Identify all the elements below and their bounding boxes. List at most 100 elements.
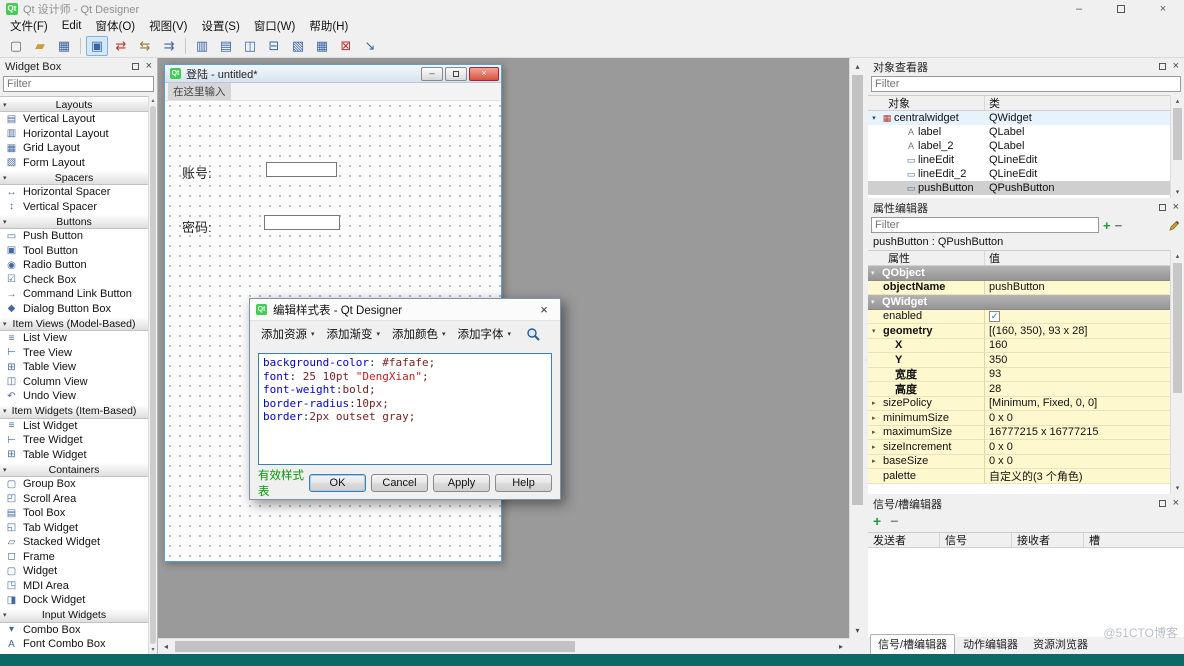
menu-help[interactable]: 帮助(H) [302,18,355,34]
property-value[interactable]: 28 [985,382,1170,397]
tab-resource-browser[interactable]: 资源浏览器 [1026,635,1095,654]
widget-box-item-grid-layout[interactable]: ▦Grid Layout [0,141,148,156]
object-row-label_2[interactable]: Alabel_2QLabel [868,139,1170,153]
scroll-up-icon[interactable]: ▴ [850,58,865,74]
menu-view[interactable]: 视图(V) [142,18,194,34]
column-header-1[interactable]: 信号 [940,533,1012,547]
widget-box-item-tool-button[interactable]: ▣Tool Button [0,244,148,259]
widget-box-item-list-view[interactable]: ≡List View [0,331,148,346]
new-form-button[interactable]: ▢ [5,36,27,56]
widget-box-item-vertical-layout[interactable]: ▤Vertical Layout [0,112,148,127]
property-filter-input[interactable] [871,217,1099,233]
edit-widgets-button[interactable]: ▣ [86,36,108,56]
column-header-class[interactable]: 类 [985,95,1170,111]
scroll-right-icon[interactable]: ▸ [833,639,849,654]
add-connection-button[interactable]: + [873,514,881,528]
column-header-3[interactable]: 槽 [1084,533,1184,547]
scroll-down-icon[interactable]: ▾ [149,645,157,654]
scroll-down-icon[interactable]: ▾ [1171,482,1184,494]
widget-box-section-buttons[interactable]: ▾Buttons [0,214,148,229]
scroll-down-icon[interactable]: ▾ [1171,186,1184,198]
cancel-button[interactable]: Cancel [371,474,428,492]
scrollbar-thumb[interactable] [175,641,575,652]
chevron-right-icon[interactable]: ▸ [872,457,883,465]
close-panel-icon[interactable]: × [146,61,152,72]
scroll-up-icon[interactable]: ▴ [1171,250,1184,262]
layout-horizontal-button[interactable]: ▥ [191,36,213,56]
form-menubar[interactable]: 在这里输入 [165,83,501,101]
edit-tab-order-button[interactable]: ⇉ [158,36,180,56]
edit-stylesheet-dialog[interactable]: Qt 编辑样式表 - Qt Designer × 添加资源▾添加渐变▾添加颜色▾… [249,298,561,500]
property-row-geometry[interactable]: ▾geometry[(160, 350), 93 x 28] [868,324,1170,339]
edit-buddies-button[interactable]: ⇆ [134,36,156,56]
widget-box-item-command-link-button[interactable]: →Command Link Button [0,287,148,302]
scroll-up-icon[interactable]: ▴ [1171,95,1184,107]
form-maximize-button[interactable] [445,67,467,81]
widget-box-item-widget[interactable]: ▢Widget [0,564,148,579]
scrollbar-thumb[interactable] [1173,263,1182,393]
widget-box-item-tree-view[interactable]: ⊢Tree View [0,346,148,361]
preview-button[interactable] [526,327,541,342]
property-editor-scrollbar[interactable]: ▴ ▾ [1170,250,1184,494]
float-panel-icon[interactable] [1159,500,1166,507]
property-value[interactable]: 0 x 0 [985,440,1170,455]
form-minimize-button[interactable]: – [421,67,443,81]
column-header-2[interactable]: 接收者 [1012,533,1084,547]
property-group-QWidget[interactable]: ▾QWidget [868,295,1170,310]
menu-settings[interactable]: 设置(S) [194,18,246,34]
form-line-edit-0[interactable] [266,162,337,177]
ok-button[interactable]: OK [309,474,366,492]
widget-box-section-containers[interactable]: ▾Containers [0,462,148,477]
property-row-高度[interactable]: 高度28 [868,382,1170,397]
menu-file[interactable]: 文件(F) [3,18,55,34]
property-value[interactable]: pushButton [985,281,1170,296]
object-row-centralwidget[interactable]: ▾▦centralwidgetQWidget [868,111,1170,125]
scrollbar-thumb[interactable] [150,106,156,644]
widget-box-section-layouts[interactable]: ▾Layouts [0,97,148,112]
float-panel-icon[interactable] [1159,204,1166,211]
scroll-up-icon[interactable]: ▴ [149,96,157,105]
mdi-vertical-scrollbar[interactable]: ▴ ▾ [849,58,865,638]
widget-box-filter-input[interactable] [3,76,154,92]
widget-box-item-vertical-spacer[interactable]: ↕Vertical Spacer [0,200,148,215]
property-value[interactable]: 0 x 0 [985,411,1170,426]
property-value[interactable]: 93 [985,368,1170,383]
property-value[interactable]: 自定义的(3 个角色) [985,469,1170,484]
expand-arrow-icon[interactable]: ▾ [868,114,880,122]
property-value[interactable]: 350 [985,353,1170,368]
mdi-area[interactable]: Qt 登陆 - untitled* – × 在这里输入 账号:密码: Qt 编辑… [158,58,865,654]
widget-box-item-table-view[interactable]: ⊞Table View [0,360,148,375]
splitter-vertical-button[interactable]: ⊟ [263,36,285,56]
add-resource-dropdown[interactable]: 添加资源▾ [256,324,320,344]
layout-grid-button[interactable]: ▦ [311,36,333,56]
property-row-baseSize[interactable]: ▸baseSize0 x 0 [868,455,1170,470]
widget-box-item-undo-view[interactable]: ↶Undo View [0,389,148,404]
help-button[interactable]: Help [495,474,552,492]
object-row-lineEdit[interactable]: ▭lineEditQLineEdit [868,153,1170,167]
menu-window[interactable]: 窗口(W) [247,18,303,34]
widget-box-item-form-layout[interactable]: ▧Form Layout [0,156,148,171]
property-group-QObject[interactable]: ▾QObject [868,266,1170,281]
configure-button[interactable] [1168,219,1181,232]
object-row-label[interactable]: AlabelQLabel [868,125,1170,139]
column-header-object[interactable]: 对象 [868,96,985,110]
widget-box-section-input-widgets[interactable]: ▾Input Widgets [0,608,148,623]
column-header-value[interactable]: 值 [985,250,1170,266]
menu-type-here[interactable]: 在这里输入 [168,83,231,100]
scrollbar-thumb[interactable] [852,75,863,505]
mdi-horizontal-scrollbar[interactable]: ◂ ▸ [158,638,849,654]
float-panel-icon[interactable] [1159,63,1166,70]
scroll-left-icon[interactable]: ◂ [158,639,174,654]
dialog-titlebar[interactable]: Qt 编辑样式表 - Qt Designer × [250,299,560,321]
column-header-0[interactable]: 发送者 [868,533,940,547]
property-row-X[interactable]: X160 [868,339,1170,354]
chevron-right-icon[interactable]: ▸ [872,414,883,422]
widget-box-section-item-widgets[interactable]: ▾Item Widgets (Item-Based) [0,404,148,419]
widget-box-section-item-views[interactable]: ▾Item Views (Model-Based) [0,316,148,331]
property-value[interactable]: 16777215 x 16777215 [985,426,1170,441]
remove-connection-button[interactable]: − [890,514,898,528]
object-row-pushButton[interactable]: ▭pushButtonQPushButton [868,181,1170,195]
checkbox-checked-icon[interactable]: ✓ [989,311,1000,322]
window-minimize-button[interactable]: – [1058,0,1100,18]
property-row-palette[interactable]: palette自定义的(3 个角色) [868,469,1170,484]
